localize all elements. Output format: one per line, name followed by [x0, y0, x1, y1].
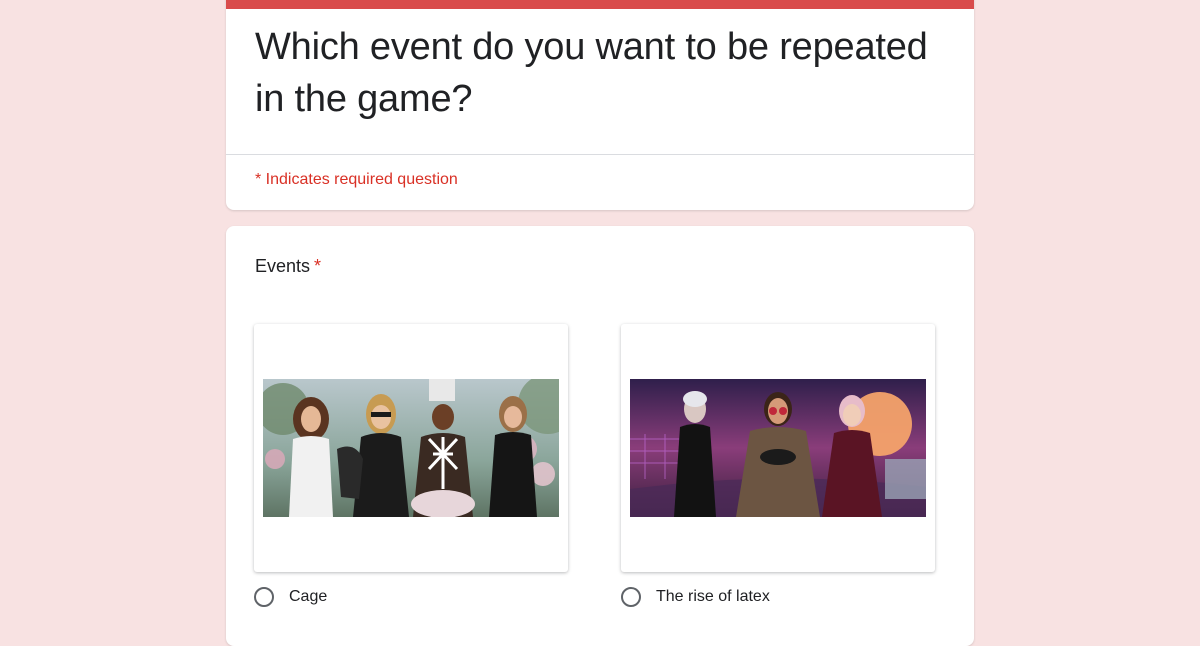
form-title: Which event do you want to be repeated i… [255, 26, 928, 120]
event-latex-image [630, 379, 926, 517]
radio-button-the-rise-of-latex[interactable] [621, 587, 641, 607]
option-row[interactable]: Cage [254, 585, 327, 609]
option-the-rise-of-latex[interactable]: The rise of latex [621, 324, 937, 607]
option-image-frame [254, 324, 568, 572]
event-cage-image [263, 379, 559, 517]
option-label-cage[interactable]: Cage [289, 588, 327, 606]
required-asterisk: * [314, 256, 322, 276]
option-label-the-rise-of-latex[interactable]: The rise of latex [656, 588, 770, 606]
question-card: Events * Cage The rise of latex [226, 226, 974, 646]
question-title-text: Events [255, 256, 311, 276]
header-divider [226, 154, 974, 155]
question-title: Events * [255, 256, 321, 277]
form-header-card: Which event do you want to be repeated i… [226, 0, 974, 210]
radio-button-cage[interactable] [254, 587, 274, 607]
option-image-frame [621, 324, 935, 572]
option-cage[interactable]: Cage [254, 324, 570, 607]
required-question-note: * Indicates required question [255, 171, 458, 188]
option-row[interactable]: The rise of latex [621, 585, 770, 609]
